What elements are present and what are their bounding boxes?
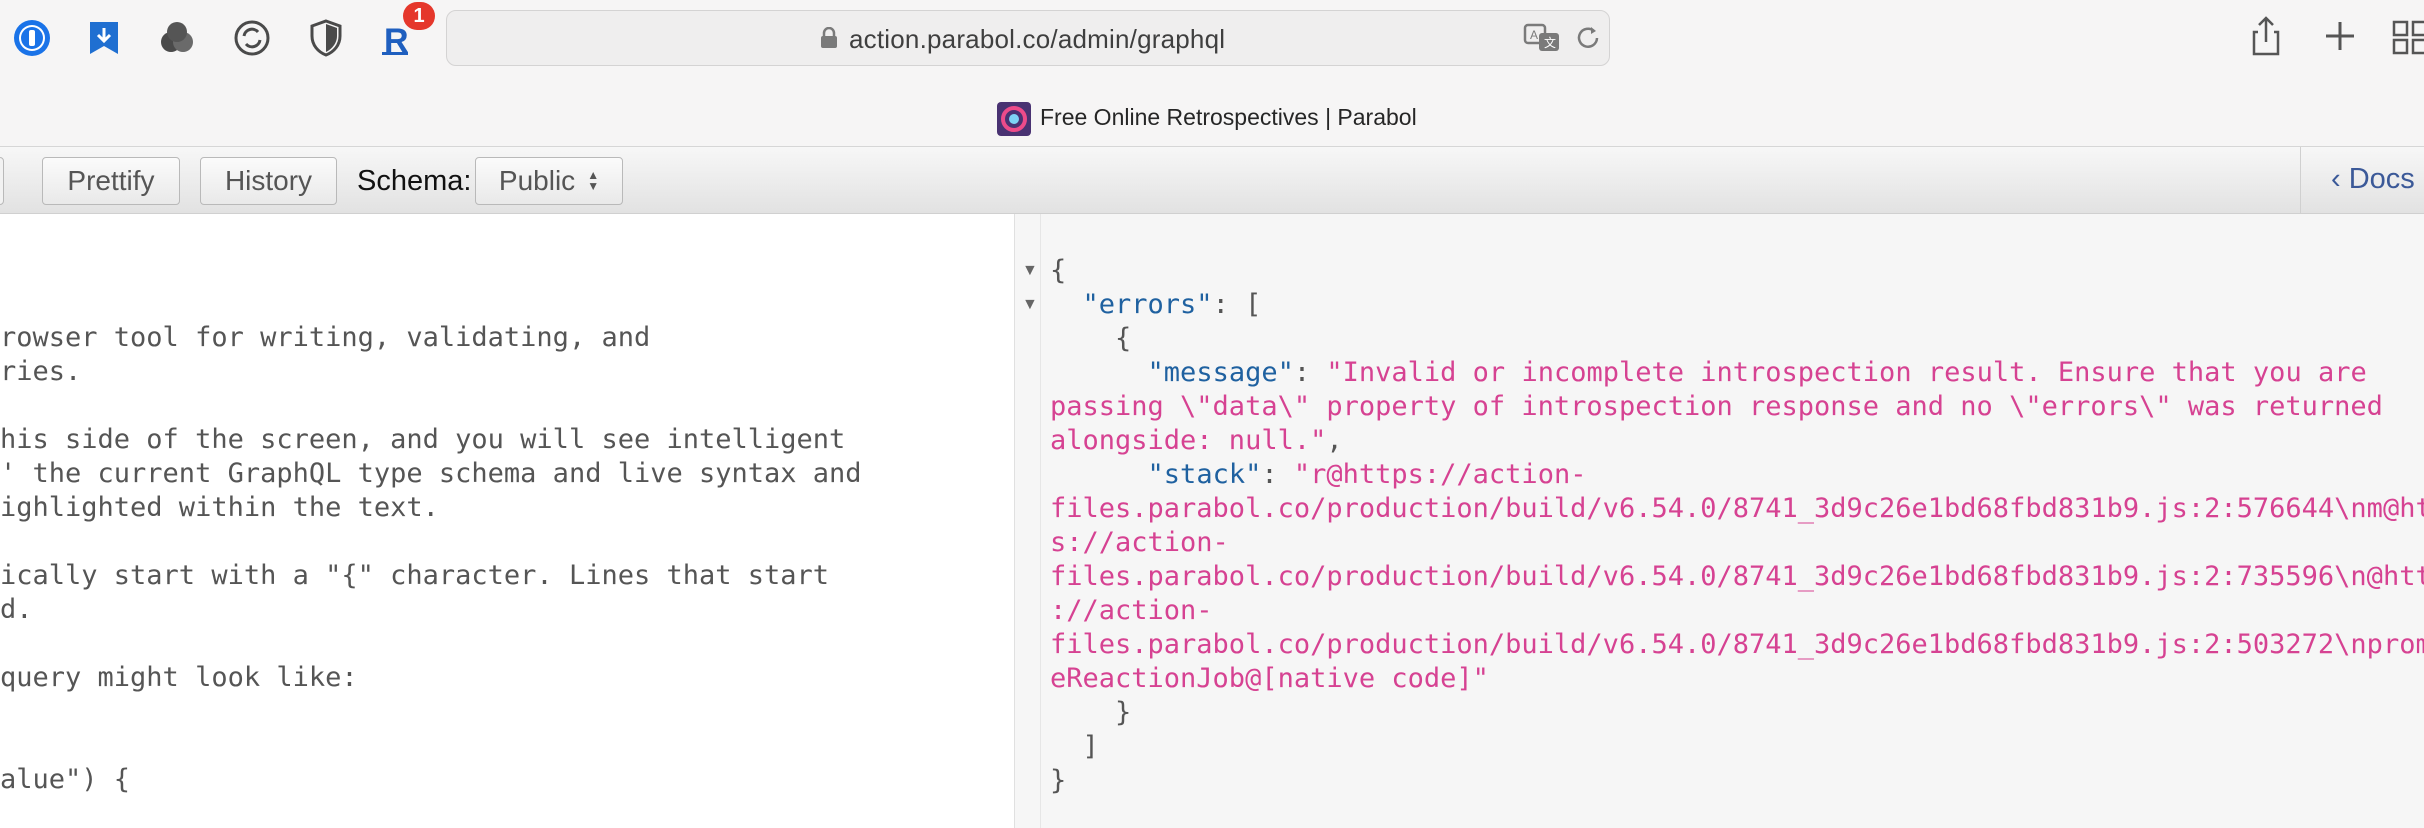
svg-text:A: A xyxy=(1530,28,1538,42)
editor-line: ' the current GraphQL type schema and li… xyxy=(0,458,862,489)
address-bar[interactable]: action.parabol.co/admin/graphql A文 xyxy=(446,10,1610,66)
translate-icon[interactable]: A文 xyxy=(1523,22,1563,54)
lock-icon xyxy=(821,27,837,48)
result-errors-line: "errors": [ xyxy=(1050,288,1262,322)
message-value: "Invalid or incomplete introspection res… xyxy=(1326,357,2367,388)
chevron-left-icon: ‹ xyxy=(2331,163,2349,195)
docs-label: Docs xyxy=(2348,163,2415,195)
editor-line: query might look like: xyxy=(0,662,358,693)
stack-value-line: files.parabol.co/production/build/v6.54.… xyxy=(1050,629,2424,660)
result-item-open: { xyxy=(1115,323,1132,354)
message-value-line: alongside: null.", xyxy=(1050,425,1343,456)
fold-arrow-icon[interactable]: ▼ xyxy=(1022,296,1038,314)
stack-value-line: ://action- xyxy=(1050,595,1213,626)
stack-value-line: files.parabol.co/production/build/v6.54.… xyxy=(1050,561,2424,592)
schema-select-value: Public xyxy=(498,165,576,196)
result-errors-close: ] xyxy=(1082,731,1099,762)
editor-line: ically start with a "{" character. Lines… xyxy=(0,560,830,591)
result-open-brace: { xyxy=(1050,255,1067,286)
result-message-line: "message": "Invalid or incomplete intros… xyxy=(1147,357,2367,388)
schema-select[interactable]: Public ▲ ▼ xyxy=(475,157,623,205)
browser-chrome: R 1 action.parabol.co/admin/graphql A文 F… xyxy=(0,0,2424,146)
fold-arrow-icon[interactable]: ▼ xyxy=(1022,262,1038,280)
bookmark-download-icon[interactable] xyxy=(84,18,124,58)
editor-line: his side of the screen, and you will see… xyxy=(0,424,846,455)
editor-line: d. xyxy=(0,594,33,625)
share-icon[interactable] xyxy=(2244,14,2288,58)
svg-text:文: 文 xyxy=(1544,35,1556,50)
editor-line: ighlighted within the text. xyxy=(0,492,439,523)
cloud-icon[interactable] xyxy=(157,18,197,58)
message-value-line: passing \"data\" property of introspecti… xyxy=(1050,391,2383,422)
shield-icon[interactable] xyxy=(306,18,346,58)
prettify-button[interactable]: Prettify xyxy=(42,157,180,205)
editor-line: alue") { xyxy=(0,764,131,795)
tab-title[interactable]: Free Online Retrospectives | Parabol xyxy=(1040,104,1417,131)
new-tab-icon[interactable] xyxy=(2318,14,2362,58)
select-arrows-icon: ▲ ▼ xyxy=(587,168,600,193)
result-viewer: { "errors": [ { "message": "Invalid or i… xyxy=(1041,214,2424,828)
sync-icon[interactable] xyxy=(232,18,272,58)
tab-bar: Free Online Retrospectives | Parabol xyxy=(0,92,2424,146)
result-item-close: } xyxy=(1115,697,1132,728)
errors-key: "errors" xyxy=(1082,289,1213,320)
stack-key: "stack" xyxy=(1147,459,1262,490)
docs-explorer-toggle[interactable]: ‹ Docs xyxy=(2300,147,2424,213)
stack-value-line: files.parabol.co/production/build/v6.54.… xyxy=(1050,493,2424,524)
stack-value-line: s://action- xyxy=(1050,527,1229,558)
browser-toolbar: R 1 action.parabol.co/admin/graphql A文 xyxy=(0,0,2424,78)
editor-line: ries. xyxy=(0,356,82,387)
message-key: "message" xyxy=(1147,357,1294,388)
result-close-brace: } xyxy=(1050,765,1067,796)
url-text: action.parabol.co/admin/graphql xyxy=(849,24,1226,54)
docs-button[interactable]: ‹ Docs xyxy=(2331,163,2415,196)
history-button[interactable]: History xyxy=(200,157,337,205)
stack-value: "r@https://action- xyxy=(1293,459,1587,490)
schema-label: Schema: xyxy=(357,165,472,197)
reload-icon[interactable] xyxy=(1573,23,1603,53)
stack-value-line: eReactionJob@[native code]" xyxy=(1050,663,1489,694)
extension-badge: 1 xyxy=(403,2,435,30)
errors-open: : [ xyxy=(1212,289,1262,320)
editor-line: rowser tool for writing, validating, and xyxy=(0,322,651,353)
query-editor[interactable]: rowser tool for writing, validating, and… xyxy=(0,214,1015,828)
graphiql-toolbar: Prettify History Schema: Public ▲ ▼ ‹ Doc… xyxy=(0,146,2424,214)
result-stack-line: "stack": "r@https://action- xyxy=(1147,459,1587,490)
execute-button-edge[interactable] xyxy=(0,157,4,205)
1password-icon[interactable] xyxy=(12,18,52,58)
parabol-logo-icon xyxy=(997,102,1031,136)
tab-overview-icon[interactable] xyxy=(2388,14,2424,58)
